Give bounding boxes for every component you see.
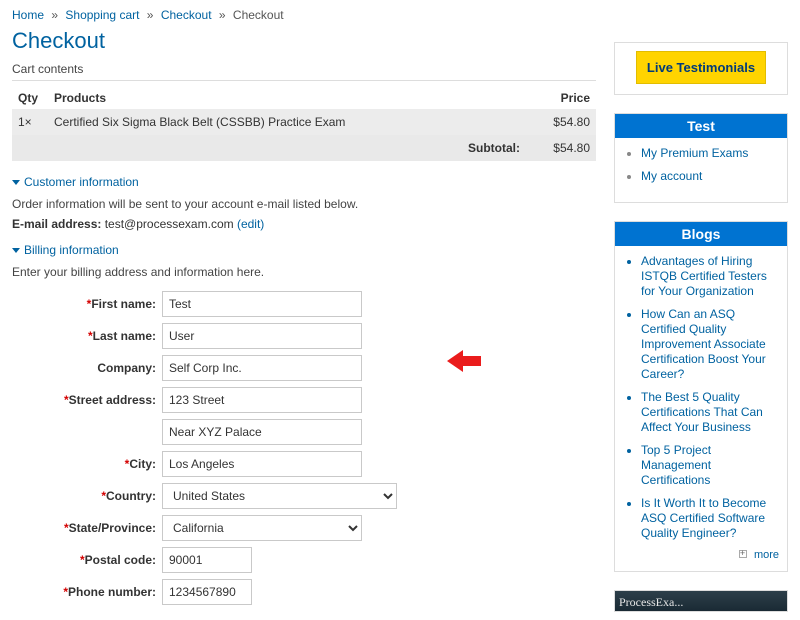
cart-subtotal-label: Subtotal: [12,135,526,161]
breadcrumb-cart[interactable]: Shopping cart [65,8,139,22]
label-city: *City: [12,457,162,471]
blogs-heading: Blogs [615,222,787,246]
breadcrumb-home[interactable]: Home [12,8,44,22]
blog-link[interactable]: Is It Worth It to Become ASQ Certified S… [641,496,766,540]
edit-email-link[interactable]: (edit) [237,217,264,231]
breadcrumb-sep: » [147,8,154,22]
breadcrumb-sep: » [51,8,58,22]
live-testimonials-box: Live Testimonials [614,42,788,95]
label-first-name: *First name: [12,297,162,311]
city-field[interactable] [162,451,362,477]
country-select[interactable]: United States [162,483,397,509]
arrow-left-icon [447,348,481,377]
live-testimonials-button[interactable]: Live Testimonials [636,51,766,84]
cart-subtotal-value: $54.80 [526,135,596,161]
caret-down-icon [12,180,20,185]
cart-line-item: 1× Certified Six Sigma Black Belt (CSSBB… [12,109,596,135]
bottom-widget-text: ProcessExa... [619,595,683,609]
state-select[interactable]: California [162,515,362,541]
test-box: Test My Premium Exams My account [614,113,788,203]
street1-field[interactable] [162,387,362,413]
list-item: Advantages of Hiring ISTQB Certified Tes… [641,254,779,299]
customer-info-helper: Order information will be sent to your a… [12,197,596,211]
email-label: E-mail address: [12,217,101,231]
col-products: Products [48,87,526,109]
email-value: test@processexam.com [105,217,234,231]
street2-field[interactable] [162,419,362,445]
expand-icon[interactable] [739,550,747,558]
breadcrumb: Home » Shopping cart » Checkout » Checko… [12,8,788,22]
label-country: *Country: [12,489,162,503]
customer-info-title: Customer information [24,175,139,189]
first-name-field[interactable] [162,291,362,317]
test-heading: Test [615,114,787,138]
list-item: Top 5 Project Management Certifications [641,443,779,488]
billing-info-toggle[interactable]: Billing information [12,243,596,257]
caret-down-icon [12,248,20,253]
cart-subtotal-row: Subtotal: $54.80 [12,135,596,161]
link-my-account[interactable]: My account [641,169,702,183]
breadcrumb-checkout-1[interactable]: Checkout [161,8,212,22]
bottom-widget: ProcessExa... [614,590,788,612]
email-line: E-mail address: test@processexam.com (ed… [12,217,596,231]
label-postal: *Postal code: [12,553,162,567]
page-title: Checkout [12,28,596,54]
blog-link[interactable]: Top 5 Project Management Certifications [641,443,711,487]
list-item: How Can an ASQ Certified Quality Improve… [641,307,779,382]
blog-link[interactable]: How Can an ASQ Certified Quality Improve… [641,307,766,381]
cart-contents-label: Cart contents [12,62,596,81]
col-price: Price [526,87,596,109]
blog-link[interactable]: The Best 5 Quality Certifications That C… [641,390,763,434]
cart-line-qty: 1× [12,109,48,135]
breadcrumb-sep: » [219,8,226,22]
billing-helper: Enter your billing address and informati… [12,265,596,279]
billing-info-title: Billing information [24,243,119,257]
col-qty: Qty [12,87,48,109]
blog-link[interactable]: Advantages of Hiring ISTQB Certified Tes… [641,254,767,298]
cart-table: Qty Products Price 1× Certified Six Sigm… [12,87,596,161]
postal-field[interactable] [162,547,252,573]
link-premium-exams[interactable]: My Premium Exams [641,146,748,160]
label-phone: *Phone number: [12,585,162,599]
cart-line-name: Certified Six Sigma Black Belt (CSSBB) P… [48,109,526,135]
label-last-name: *Last name: [12,329,162,343]
label-state: *State/Province: [12,521,162,535]
billing-form: *First name: *Last name: Company: *Stree… [12,291,596,605]
list-item: Is It Worth It to Become ASQ Certified S… [641,496,779,541]
breadcrumb-current: Checkout [233,8,284,22]
list-item: The Best 5 Quality Certifications That C… [641,390,779,435]
phone-field[interactable] [162,579,252,605]
customer-info-toggle[interactable]: Customer information [12,175,596,189]
company-field[interactable] [162,355,362,381]
label-street: *Street address: [12,393,162,407]
blogs-box: Blogs Advantages of Hiring ISTQB Certifi… [614,221,788,572]
last-name-field[interactable] [162,323,362,349]
label-company: Company: [12,361,162,375]
more-link[interactable]: more [754,549,779,561]
cart-line-price: $54.80 [526,109,596,135]
